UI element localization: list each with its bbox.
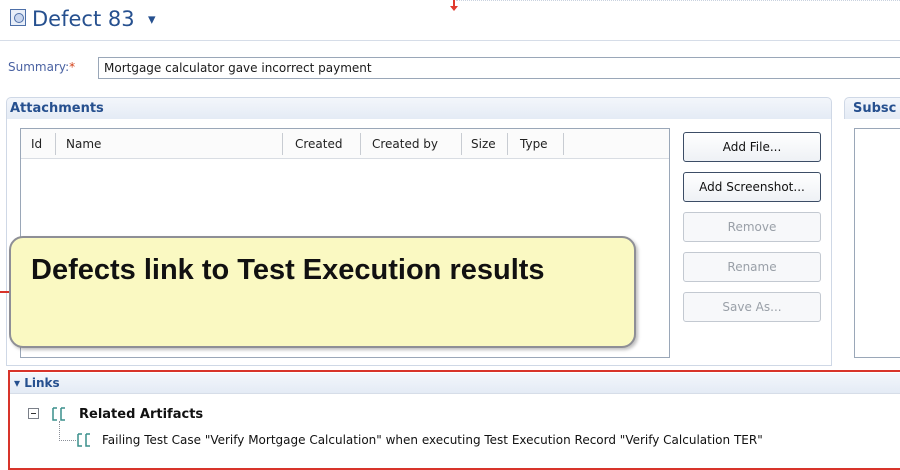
add-file-button[interactable]: Add File... (683, 132, 821, 162)
save-as-button[interactable]: Save As... (683, 292, 821, 322)
title-menu-chevron-down-icon[interactable]: ▾ (148, 8, 156, 30)
column-header-type[interactable]: Type (520, 136, 548, 152)
rename-button[interactable]: Rename (683, 252, 821, 282)
links-divider (10, 393, 900, 394)
tree-connector (59, 440, 76, 441)
summary-input[interactable] (98, 57, 900, 79)
column-header-name[interactable]: Name (66, 136, 101, 152)
defect-icon (10, 9, 26, 26)
header-divider (0, 40, 900, 41)
collapse-minus-icon[interactable] (28, 408, 39, 419)
callout-text: Defects link to Test Execution results (31, 254, 545, 286)
remove-button[interactable]: Remove (683, 212, 821, 242)
column-header-size[interactable]: Size (471, 136, 496, 152)
subscribers-list[interactable] (854, 128, 900, 358)
links-section-header[interactable] (10, 373, 900, 393)
links-title-label: Links (24, 376, 60, 390)
attachments-title: Attachments (10, 101, 104, 116)
column-divider (507, 133, 508, 155)
related-artifacts-label[interactable]: Related Artifacts (79, 406, 203, 423)
column-divider (461, 133, 462, 155)
column-divider (360, 133, 361, 155)
column-divider (563, 133, 564, 155)
link-item[interactable]: Failing Test Case "Verify Mortgage Calcu… (102, 432, 763, 448)
link-brackets-icon (77, 433, 90, 447)
red-connector-line (0, 291, 9, 293)
column-header-created-by[interactable]: Created by (372, 136, 438, 152)
links-title[interactable]: ▾ Links (14, 376, 60, 391)
header-dotted-rule (456, 0, 900, 1)
column-header-id[interactable]: Id (31, 136, 42, 152)
chevron-down-icon[interactable]: ▾ (14, 376, 20, 390)
add-screenshot-button[interactable]: Add Screenshot... (683, 172, 821, 202)
required-marker: * (69, 60, 76, 74)
tree-connector (59, 421, 60, 441)
attachments-table-header (21, 129, 669, 159)
page-title: Defect 83 (32, 7, 135, 31)
link-brackets-icon (52, 407, 65, 421)
summary-label-text: Summary: (8, 60, 70, 74)
subscribers-title: Subsc (853, 101, 897, 116)
column-divider (282, 133, 283, 155)
attachments-section-header (6, 97, 832, 119)
column-header-created[interactable]: Created (295, 136, 343, 152)
column-divider (55, 133, 56, 155)
summary-label: Summary:* (8, 59, 75, 75)
red-marker-line (450, 0, 458, 11)
